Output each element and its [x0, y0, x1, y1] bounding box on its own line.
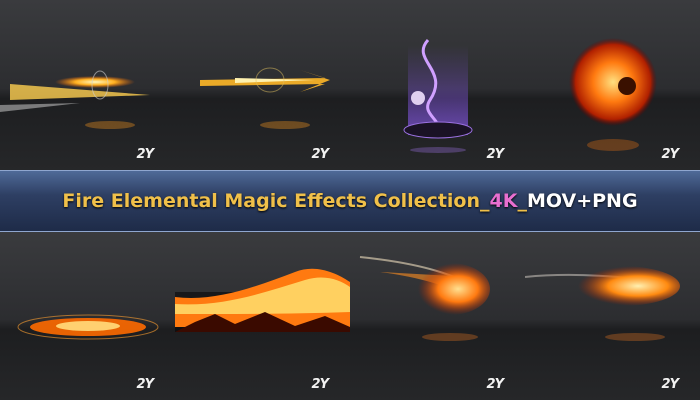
watermark-logo: 2Y: [311, 377, 329, 392]
effects-grid-bottom: 2Y 2Y 2Y 2Y: [0, 232, 700, 400]
watermark-logo: 2Y: [486, 377, 504, 392]
watermark-logo: 2Y: [661, 377, 679, 392]
title-separator: _: [480, 190, 490, 212]
title-banner: Fire Elemental Magic Effects Collection_…: [0, 170, 700, 232]
effects-grid-top: 2Y 2Y 2Y 2Y: [0, 0, 700, 170]
tile-fireball-explosion[interactable]: 2Y: [525, 0, 700, 170]
tile-ground-fire[interactable]: 2Y: [0, 232, 175, 400]
watermark-logo: 2Y: [136, 377, 154, 392]
tile-fire-bolt[interactable]: 2Y: [0, 0, 175, 170]
tile-fire-comet[interactable]: 2Y: [350, 232, 525, 400]
tile-fire-wave[interactable]: 2Y: [175, 232, 350, 400]
tile-fire-streak[interactable]: 2Y: [525, 232, 700, 400]
ground-fire-image: [17, 314, 159, 340]
title-main: Fire Elemental Magic Effects Collection: [62, 190, 480, 212]
title-separator: _: [517, 190, 527, 212]
format-label: MOV+PNG: [526, 190, 638, 212]
fire-bolt-image: [0, 70, 150, 129]
fire-streak-image: [525, 266, 680, 341]
tile-fire-arrow[interactable]: 2Y: [175, 0, 350, 170]
watermark-logo: 2Y: [486, 147, 504, 162]
watermark-logo: 2Y: [661, 147, 679, 162]
fire-arrow-image: [200, 67, 330, 129]
fireball-explosion-image: [569, 38, 657, 151]
resolution-badge: 4K: [489, 190, 518, 212]
fire-comet-image: [359, 256, 490, 341]
banner-title: Fire Elemental Magic Effects Collection_…: [62, 190, 637, 212]
watermark-logo: 2Y: [136, 147, 154, 162]
purple-skull-image: [403, 38, 473, 153]
tile-purple-skull[interactable]: 2Y: [350, 0, 525, 170]
watermark-logo: 2Y: [311, 147, 329, 162]
fire-wave-image: [175, 268, 350, 332]
